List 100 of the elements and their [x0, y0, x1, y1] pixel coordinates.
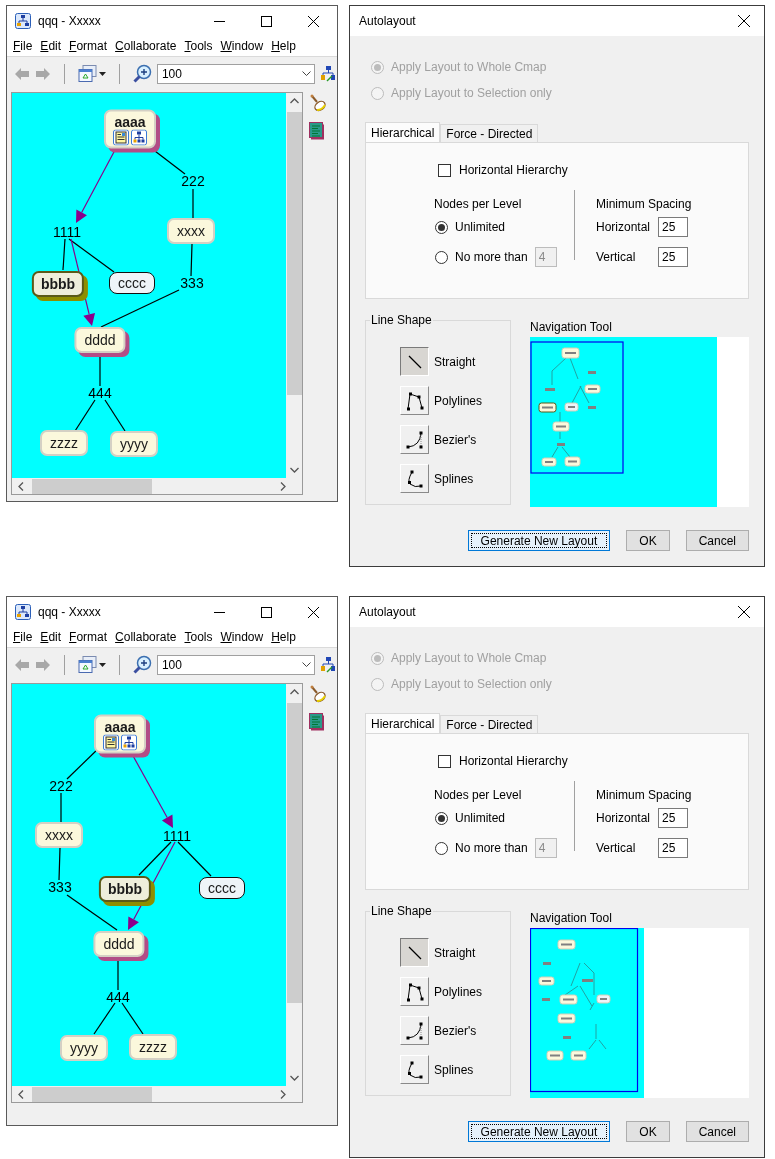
- option-label: Polylines: [434, 393, 483, 408]
- tab[interactable]: Force - Directed: [440, 715, 539, 733]
- curve-icon: [405, 1020, 424, 1041]
- spline-icon: [405, 468, 424, 489]
- concept-node[interactable]: zzzz: [40, 430, 88, 456]
- radio-label[interactable]: Unlimited: [455, 811, 505, 825]
- menu-item[interactable]: Help: [267, 630, 300, 644]
- menu-item[interactable]: Collaborate: [111, 630, 181, 644]
- zoom-button[interactable]: [131, 63, 153, 84]
- linking-phrase[interactable]: 1111: [53, 224, 81, 240]
- menu-item[interactable]: Format: [65, 39, 112, 53]
- menu-item[interactable]: Window: [216, 39, 268, 53]
- menu-item[interactable]: Collaborate: [111, 39, 181, 53]
- checkbox-label[interactable]: Horizontal Hierarchy: [459, 754, 568, 768]
- concept-node[interactable]: xxxx: [35, 822, 83, 848]
- menu-item[interactable]: File: [9, 630, 37, 644]
- concept-node[interactable]: cccc: [199, 877, 245, 899]
- document-icon[interactable]: [113, 129, 129, 146]
- linking-phrase[interactable]: 222: [49, 778, 73, 794]
- list-icon[interactable]: [309, 122, 325, 140]
- connector-line: [104, 399, 126, 432]
- radio-label[interactable]: Unlimited: [455, 220, 505, 234]
- menu-item[interactable]: Window: [216, 630, 268, 644]
- tab[interactable]: Hierarchical: [365, 122, 441, 142]
- zoom-button[interactable]: [131, 654, 153, 675]
- checkbox-label[interactable]: Horizontal Hierarchy: [459, 163, 568, 177]
- concept-node[interactable]: cccc: [109, 272, 155, 294]
- menu-item[interactable]: File: [9, 39, 37, 53]
- dialog-button[interactable]: Cancel: [685, 530, 749, 551]
- brush-icon[interactable]: [309, 685, 327, 703]
- section-heading: Nodes per Level: [434, 196, 523, 212]
- radio-label[interactable]: No more than: [455, 841, 528, 855]
- view-dropdown-button[interactable]: [76, 63, 107, 84]
- tab[interactable]: Hierarchical: [365, 713, 441, 733]
- radio-label[interactable]: No more than: [455, 250, 528, 264]
- number-field[interactable]: 25: [658, 247, 688, 267]
- hierarchy-icon[interactable]: [131, 129, 147, 146]
- checkbox-icon[interactable]: [438, 163, 451, 177]
- field-label: Vertical: [596, 841, 637, 855]
- concept-node[interactable]: yyyy: [110, 431, 158, 457]
- zoom-field[interactable]: 100: [161, 66, 292, 81]
- linking-phrase[interactable]: 222: [181, 173, 205, 189]
- connector-line: [117, 959, 119, 991]
- hierarchy-icon[interactable]: [121, 734, 137, 751]
- radio-icon[interactable]: [435, 811, 448, 825]
- field-label: Horizontal: [596, 811, 651, 825]
- map-canvas[interactable]: aaaa 222 xxxx 1111 333 bbbb cccc dddd 444 yyyy zzzz: [12, 684, 286, 1086]
- number-field[interactable]: 25: [658, 217, 688, 237]
- menu-item[interactable]: Edit: [36, 630, 66, 644]
- dialog-button[interactable]: OK: [626, 530, 670, 551]
- map-canvas[interactable]: aaaa 222 1111 xxxx bbbb cccc 333 dddd 444 zzzz yyyy: [12, 93, 286, 478]
- connector-line: [68, 238, 115, 273]
- linking-phrase[interactable]: 333: [48, 879, 72, 895]
- dialog-button[interactable]: OK: [626, 1121, 670, 1142]
- linking-phrase[interactable]: 444: [106, 989, 130, 1005]
- radio-icon[interactable]: [435, 841, 448, 855]
- view-dropdown-button[interactable]: [76, 654, 107, 675]
- linking-phrase[interactable]: 1111: [163, 828, 191, 844]
- checkbox-icon[interactable]: [438, 754, 451, 768]
- zoom-combobox[interactable]: 100: [156, 63, 315, 84]
- menu-item[interactable]: Tools: [180, 39, 217, 53]
- document-icon[interactable]: [103, 734, 119, 751]
- zoom-field[interactable]: 100: [161, 657, 292, 672]
- window-title: qqq - Xxxxx: [38, 14, 101, 28]
- brush-icon[interactable]: [309, 94, 327, 112]
- scrollbar-thumb[interactable]: [32, 1086, 152, 1102]
- close-icon: [308, 606, 319, 618]
- concept-label: aaaa: [114, 113, 146, 130]
- menu-item[interactable]: Tools: [180, 630, 217, 644]
- tab[interactable]: Force - Directed: [440, 124, 539, 142]
- list-icon[interactable]: [309, 713, 325, 731]
- scrollbar-thumb[interactable]: [32, 478, 152, 494]
- hierarchy-icon: [320, 656, 336, 673]
- dialog-button[interactable]: Generate New Layout: [467, 1121, 611, 1142]
- polyline-icon: [405, 981, 424, 1002]
- concept-node[interactable]: zzzz: [129, 1034, 177, 1060]
- right-arrow-icon: [35, 66, 51, 81]
- linking-phrase[interactable]: 333: [180, 275, 204, 291]
- layout-button[interactable]: [319, 64, 337, 83]
- radio-icon[interactable]: [435, 250, 448, 264]
- concept-node[interactable]: yyyy: [60, 1035, 108, 1061]
- dialog-button[interactable]: Generate New Layout: [467, 530, 611, 551]
- layout-button[interactable]: [319, 655, 337, 674]
- menu-item[interactable]: Edit: [36, 39, 66, 53]
- radio-icon[interactable]: [435, 220, 448, 234]
- connector-line: [60, 792, 62, 824]
- dialog-button[interactable]: Cancel: [685, 1121, 749, 1142]
- menu-item[interactable]: Help: [267, 39, 300, 53]
- chevron-right-icon: [280, 481, 286, 491]
- zoom-combobox[interactable]: 100: [156, 654, 315, 675]
- concept-node[interactable]: xxxx: [167, 218, 215, 244]
- number-field[interactable]: 25: [658, 808, 688, 828]
- scrollbar-thumb[interactable]: [286, 703, 302, 1003]
- scrollbar-thumb[interactable]: [286, 112, 302, 395]
- section-heading: Minimum Spacing: [596, 196, 692, 212]
- linking-phrase[interactable]: 444: [88, 385, 112, 401]
- number-field[interactable]: 25: [658, 838, 688, 858]
- windows-icon: [77, 655, 97, 674]
- menu-item[interactable]: Format: [65, 630, 112, 644]
- field-label: Vertical: [596, 250, 637, 264]
